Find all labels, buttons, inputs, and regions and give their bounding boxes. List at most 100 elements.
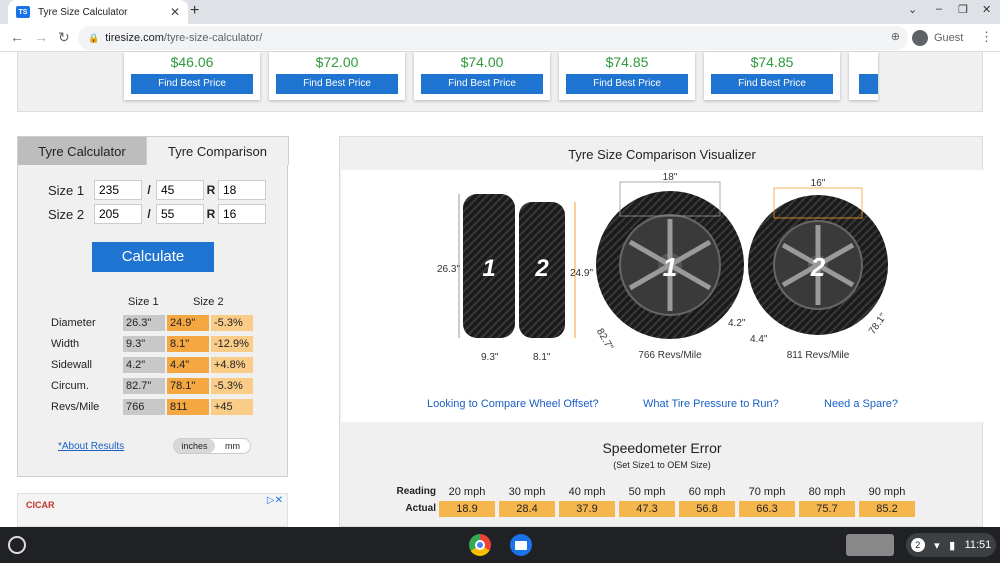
reading-label: Reading bbox=[396, 486, 436, 497]
slash-separator: / bbox=[147, 207, 151, 221]
find-best-price-button[interactable] bbox=[859, 74, 878, 94]
unit-inches-option[interactable]: inches bbox=[174, 439, 215, 453]
speedometer-error-title: Speedometer Error bbox=[602, 440, 722, 456]
reload-icon[interactable]: ↻ bbox=[58, 29, 70, 46]
size2-row: Size 2 / R bbox=[48, 204, 266, 224]
wheel1-sidewall-label: 4.2" bbox=[728, 318, 746, 329]
browser-tab[interactable]: TS Tyre Size Calculator ✕ bbox=[8, 0, 188, 24]
tab-search-icon[interactable]: ⌄ bbox=[908, 3, 917, 16]
close-window-icon[interactable]: ✕ bbox=[982, 3, 991, 16]
about-results-link[interactable]: *About Results bbox=[58, 441, 124, 452]
unit-mm-option[interactable]: mm bbox=[215, 439, 250, 453]
price-card: $72.00 Find Best Price bbox=[269, 52, 405, 100]
size1-width-input[interactable] bbox=[94, 180, 142, 200]
size2-label: Size 2 bbox=[48, 206, 85, 222]
actual-value: 56.8 bbox=[679, 501, 735, 517]
reading-value: 80 mph bbox=[808, 486, 846, 498]
forward-icon[interactable]: → bbox=[34, 29, 48, 45]
actual-value: 37.9 bbox=[559, 501, 615, 517]
size2-value: 24.9" bbox=[167, 315, 209, 331]
result-row: Sidewall 4.2" 4.4" +4.8% bbox=[51, 357, 255, 373]
need-a-spare-link[interactable]: Need a Spare? bbox=[824, 398, 898, 410]
find-best-price-button[interactable]: Find Best Price bbox=[131, 74, 253, 94]
ad-logo: CICAR bbox=[26, 500, 55, 510]
row-label: Revs/Mile bbox=[51, 401, 100, 413]
size2-ratio-input[interactable] bbox=[156, 204, 204, 224]
price-card: $74.85 Find Best Price bbox=[704, 52, 840, 100]
avatar-icon bbox=[912, 30, 928, 46]
wheel2-rim-label: 16" bbox=[811, 178, 826, 189]
unit-toggle[interactable]: inches mm bbox=[173, 438, 251, 454]
size2-rim-input[interactable] bbox=[218, 204, 266, 224]
zoom-icon[interactable]: ⊕ bbox=[891, 30, 900, 43]
size2-width-input[interactable] bbox=[94, 204, 142, 224]
actual-label: Actual bbox=[405, 503, 436, 514]
tab-tyre-comparison[interactable]: Tyre Comparison bbox=[146, 136, 289, 165]
ad-choices-icon[interactable]: ▷✕ bbox=[267, 495, 283, 506]
wifi-icon: ▾ bbox=[934, 539, 940, 552]
wheel1-circumference-label: 82.7" bbox=[594, 327, 615, 353]
tyre2-number: 2 bbox=[534, 255, 549, 282]
chrome-icon[interactable] bbox=[469, 534, 491, 556]
price-value: $74.00 bbox=[460, 54, 504, 70]
size1-row: Size 1 / R bbox=[48, 180, 266, 200]
wheel2-revs-label: 811 Revs/Mile bbox=[787, 350, 850, 361]
size1-value: 4.2" bbox=[123, 357, 165, 373]
actual-value: 47.3 bbox=[619, 501, 675, 517]
find-best-price-button[interactable]: Find Best Price bbox=[276, 74, 398, 94]
difference-value: -12.9% bbox=[211, 336, 253, 352]
url-host: tiresize.com bbox=[105, 32, 164, 44]
tab-title: Tyre Size Calculator bbox=[38, 6, 128, 18]
actual-value: 18.9 bbox=[439, 501, 495, 517]
wheel2-number: 2 bbox=[810, 252, 826, 282]
visualizer-canvas: 1 2 26.3" 24.9" 9.3" 8.1" 1 18" 4.2" 82.… bbox=[341, 170, 983, 422]
tyre1-diameter-label: 26.3" bbox=[437, 264, 460, 275]
wheel1-revs-label: 766 Revs/Mile bbox=[638, 350, 702, 361]
find-best-price-button[interactable]: Find Best Price bbox=[711, 74, 833, 94]
address-bar[interactable]: 🔒 tiresize.com/tyre-size-calculator/ ⊕ bbox=[78, 26, 908, 50]
back-icon[interactable]: ← bbox=[10, 29, 24, 45]
files-icon[interactable] bbox=[510, 534, 532, 556]
tab-tyre-calculator[interactable]: Tyre Calculator bbox=[18, 137, 146, 165]
size2-value: 78.1" bbox=[167, 378, 209, 394]
size1-value: 766 bbox=[123, 399, 165, 415]
r-separator: R bbox=[206, 183, 216, 197]
tire-pressure-link[interactable]: What Tire Pressure to Run? bbox=[643, 398, 779, 410]
price-value: $72.00 bbox=[315, 54, 359, 70]
launcher-icon[interactable] bbox=[8, 536, 26, 554]
reading-value: 40 mph bbox=[568, 486, 606, 498]
tyre2-diameter-label: 24.9" bbox=[570, 268, 593, 279]
url-path: /tyre-size-calculator/ bbox=[163, 32, 263, 44]
advertisement[interactable]: CICAR ▷✕ bbox=[17, 493, 288, 527]
find-best-price-button[interactable]: Find Best Price bbox=[566, 74, 688, 94]
result-row: Diameter 26.3" 24.9" -5.3% bbox=[51, 315, 255, 331]
tyre2-width-label: 8.1" bbox=[533, 352, 551, 363]
row-label: Circum. bbox=[51, 380, 89, 392]
find-best-price-button[interactable]: Find Best Price bbox=[421, 74, 543, 94]
minimize-icon[interactable]: – bbox=[936, 3, 942, 15]
close-tab-icon[interactable]: ✕ bbox=[170, 5, 180, 19]
restore-icon[interactable]: ❐ bbox=[958, 3, 968, 16]
size1-ratio-input[interactable] bbox=[156, 180, 204, 200]
size1-label: Size 1 bbox=[48, 182, 85, 198]
status-tray[interactable]: 2 ▾ ▮ 11:51 bbox=[906, 533, 996, 557]
compare-wheel-offset-link[interactable]: Looking to Compare Wheel Offset? bbox=[427, 398, 599, 410]
calculate-button[interactable]: Calculate bbox=[92, 242, 214, 272]
price-card: $74.00 Find Best Price bbox=[414, 52, 550, 100]
size1-rim-input[interactable] bbox=[218, 180, 266, 200]
tyre-calculator-panel: Tyre Calculator Tyre Comparison Size 1 /… bbox=[17, 136, 289, 477]
menu-icon[interactable]: ⋮ bbox=[980, 29, 993, 45]
lock-icon: 🔒 bbox=[88, 32, 100, 43]
price-value: $74.85 bbox=[605, 54, 649, 70]
new-tab-button[interactable]: + bbox=[190, 2, 199, 20]
reading-value: 90 mph bbox=[868, 486, 906, 498]
price-card-partial bbox=[849, 52, 878, 100]
slash-separator: / bbox=[147, 183, 151, 197]
wheel2-front-view: 2 bbox=[748, 195, 888, 335]
profile-button[interactable]: Guest bbox=[912, 27, 963, 49]
tray-thumbnail[interactable] bbox=[846, 534, 894, 556]
row-label: Width bbox=[51, 338, 80, 350]
size2-value: 4.4" bbox=[167, 357, 209, 373]
difference-value: -5.3% bbox=[211, 378, 253, 394]
row-label: Diameter bbox=[51, 317, 96, 329]
